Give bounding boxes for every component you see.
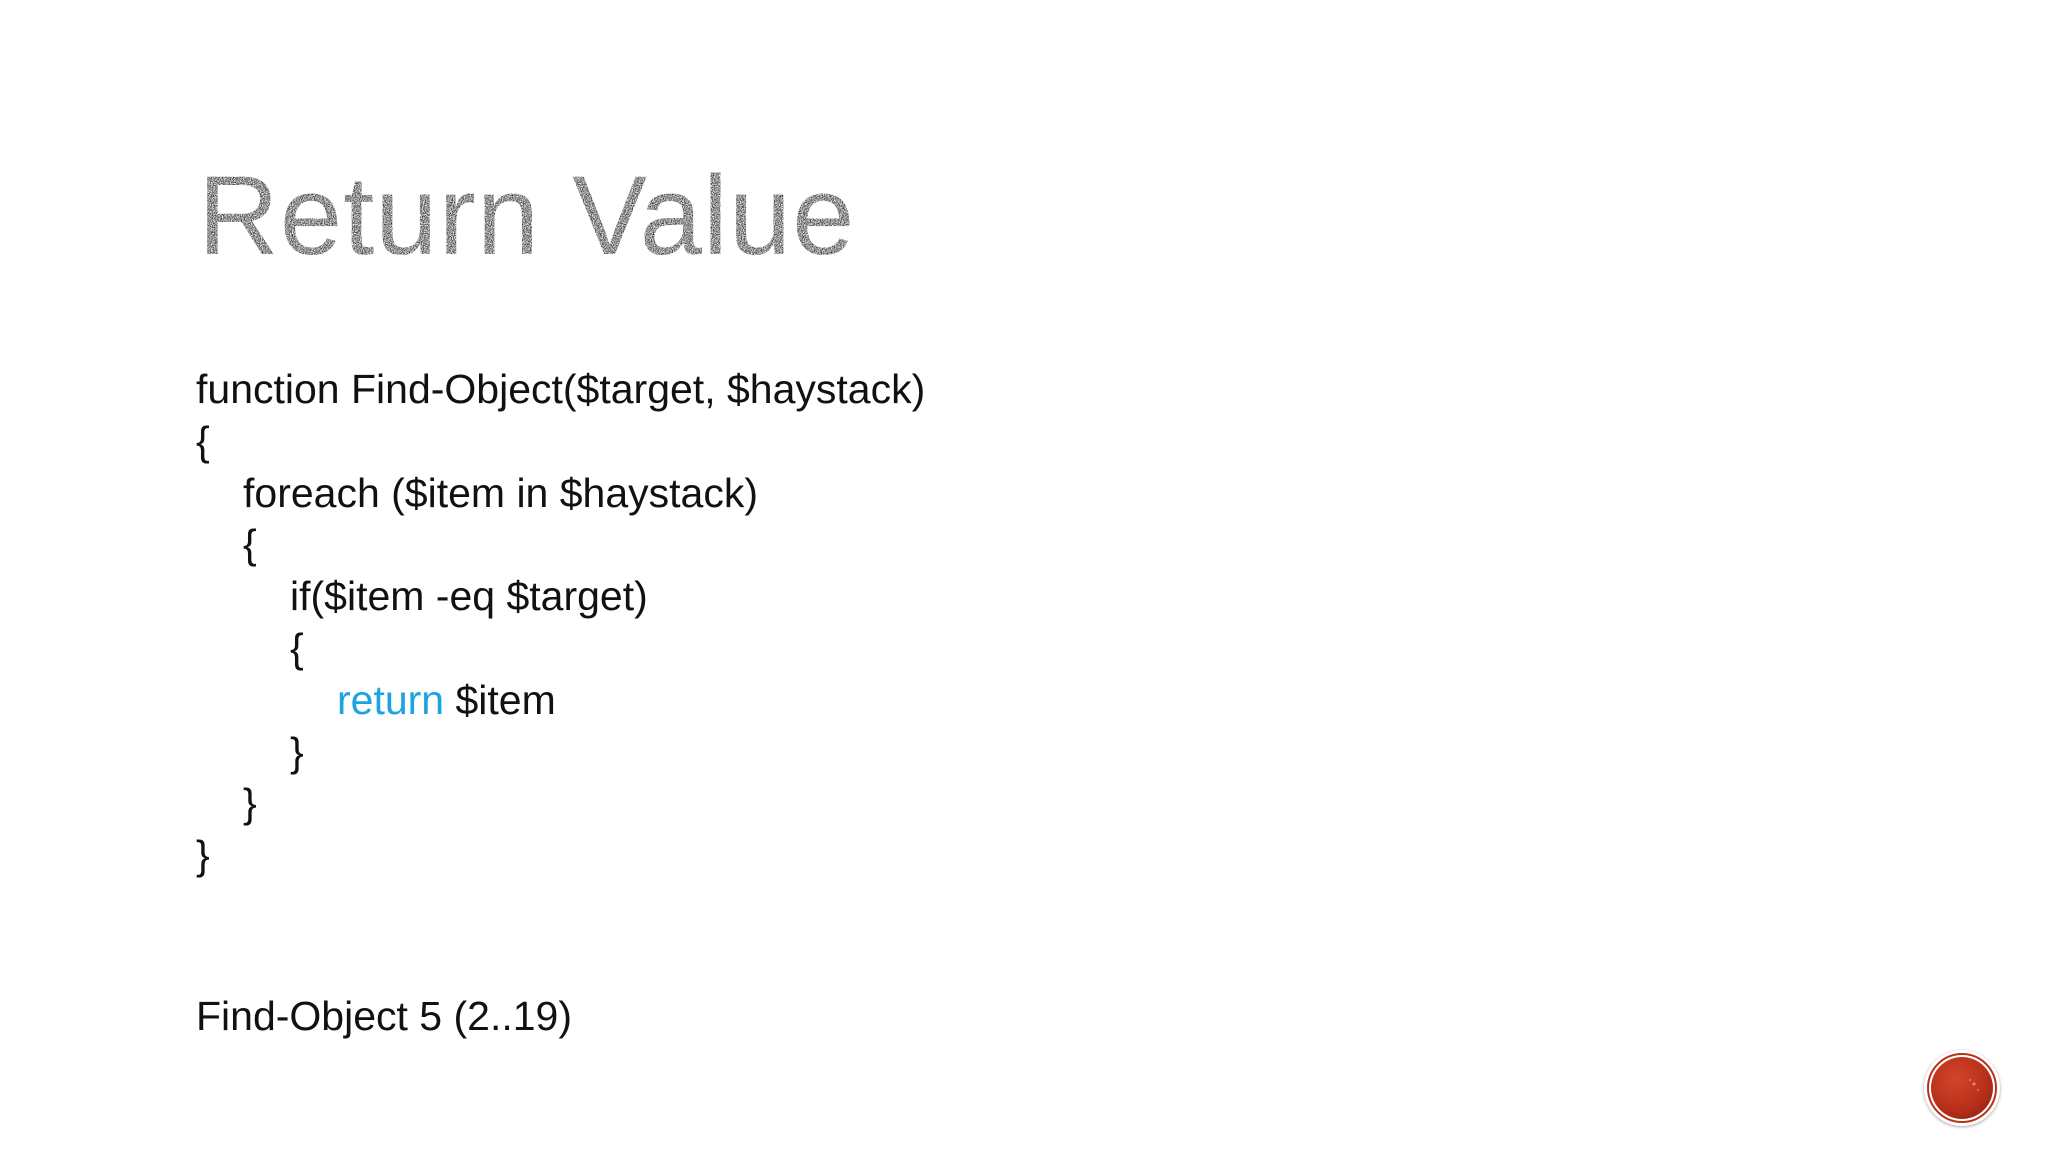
slide-nav-button[interactable]	[1924, 1050, 2000, 1126]
return-value: $item	[444, 676, 556, 723]
code-line-close-brace: }	[196, 832, 210, 879]
red-circle-button-icon	[1925, 1051, 1999, 1125]
code-line-signature: function Find-Object($target, $haystack)	[196, 366, 926, 412]
code-line-foreach-open-brace: {	[243, 521, 257, 568]
code-block: function Find-Object($target, $haystack)…	[196, 364, 925, 882]
code-line-open-brace: {	[196, 417, 210, 464]
usage-example: Find-Object 5 (2..19)	[196, 993, 572, 1039]
code-line-if-close-brace: }	[290, 728, 304, 775]
slide-title: Return Value	[198, 153, 856, 278]
code-line-return: return $item	[196, 675, 925, 727]
code-line-foreach-close-brace: }	[243, 780, 257, 827]
slide: Return Value function Find-Object($targe…	[0, 0, 2048, 1152]
code-line-foreach: foreach ($item in $haystack)	[243, 469, 759, 516]
return-keyword: return	[337, 676, 445, 723]
code-line-if-open-brace: {	[290, 624, 304, 671]
code-line-if: if($item -eq $target)	[290, 573, 648, 620]
